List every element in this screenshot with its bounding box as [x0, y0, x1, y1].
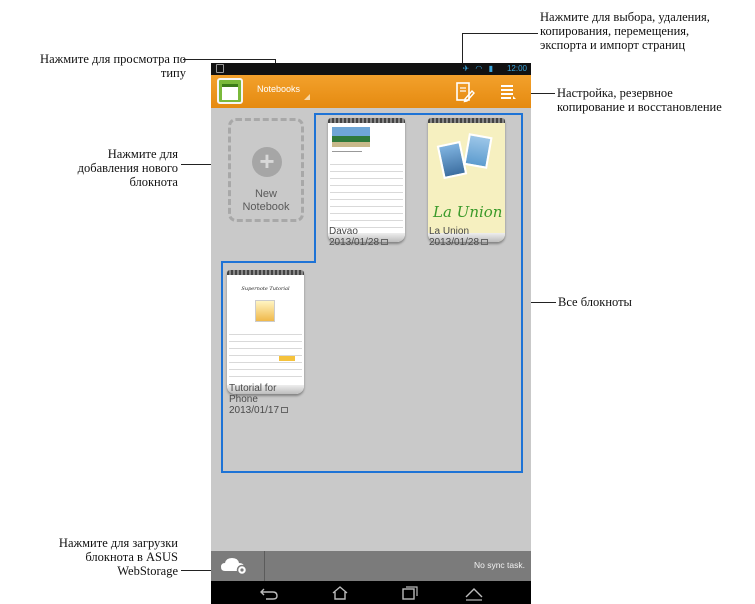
notification-icon: [216, 64, 224, 73]
callout-select-actions: Нажмите для выбора, удаления, копировани…: [540, 10, 710, 52]
new-notebook-button[interactable]: + New Notebook: [228, 118, 304, 222]
sync-bar: No sync task.: [211, 551, 531, 581]
cloud-settings-icon: [221, 558, 248, 576]
callout-all-notebooks: Все блокноты: [558, 295, 632, 309]
menu-up-button[interactable]: [463, 585, 485, 601]
notebook-tutorial[interactable]: Supernote Tutorial: [227, 270, 304, 394]
supernote-logo-icon: [217, 78, 243, 104]
recent-apps-icon: [402, 586, 418, 600]
home-icon: [332, 586, 348, 600]
leader-select-actions: [462, 33, 538, 34]
notebook-date: 2013/01/17: [229, 405, 280, 416]
leader-view-type: [183, 59, 275, 60]
callout-settings: Настройка, резервное копирование и восст…: [557, 86, 722, 114]
edit-pages-icon: [456, 82, 475, 103]
ruled-lines: [229, 328, 302, 382]
sync-status-text: No sync task.: [473, 560, 525, 570]
tutorial-highlight: [279, 356, 295, 361]
view-type-dropdown[interactable]: Notebooks: [257, 84, 311, 102]
all-notebooks-highlight: [314, 113, 523, 263]
wifi-battery-icon: ✈ ◠ ▮: [462, 64, 495, 73]
back-icon: [260, 588, 278, 600]
home-button[interactable]: [329, 585, 351, 601]
notebook-title: Tutorial for Phone: [229, 383, 277, 405]
chevron-up-icon: [465, 588, 483, 601]
callout-add-notebook: Нажмите для добавления нового блокнота: [77, 147, 178, 189]
upload-webstorage-button[interactable]: [211, 551, 265, 581]
status-bar: ✈ ◠ ▮ 12:00: [211, 63, 531, 75]
highlight-segment: [314, 113, 316, 263]
callout-view-type: Нажмите для просмотра по типу: [40, 52, 186, 80]
tutorial-image: [255, 300, 275, 322]
highlight-segment: [521, 113, 523, 473]
spiral-binding: [227, 270, 304, 275]
notebook-type-icon: [281, 407, 289, 414]
navigation-bar: [211, 581, 531, 604]
status-time: 12:00: [506, 64, 527, 73]
callout-upload: Нажмите для загрузки блокнота в ASUS Web…: [58, 536, 178, 578]
back-button[interactable]: [258, 585, 280, 601]
select-pages-button[interactable]: [455, 81, 475, 103]
highlight-segment: [221, 261, 316, 263]
plus-icon: +: [252, 147, 282, 177]
settings-menu-button[interactable]: [499, 82, 517, 102]
highlight-segment: [221, 261, 223, 473]
notebook-tutorial-caption: Tutorial for Phone 2013/01/17: [229, 383, 289, 416]
menu-icon: [501, 85, 516, 99]
new-notebook-label: New Notebook: [242, 188, 290, 213]
action-bar: Notebooks: [211, 75, 531, 108]
tutorial-title: Supernote Tutorial: [241, 286, 290, 292]
highlight-segment: [221, 471, 523, 473]
recent-apps-button[interactable]: [398, 585, 420, 601]
